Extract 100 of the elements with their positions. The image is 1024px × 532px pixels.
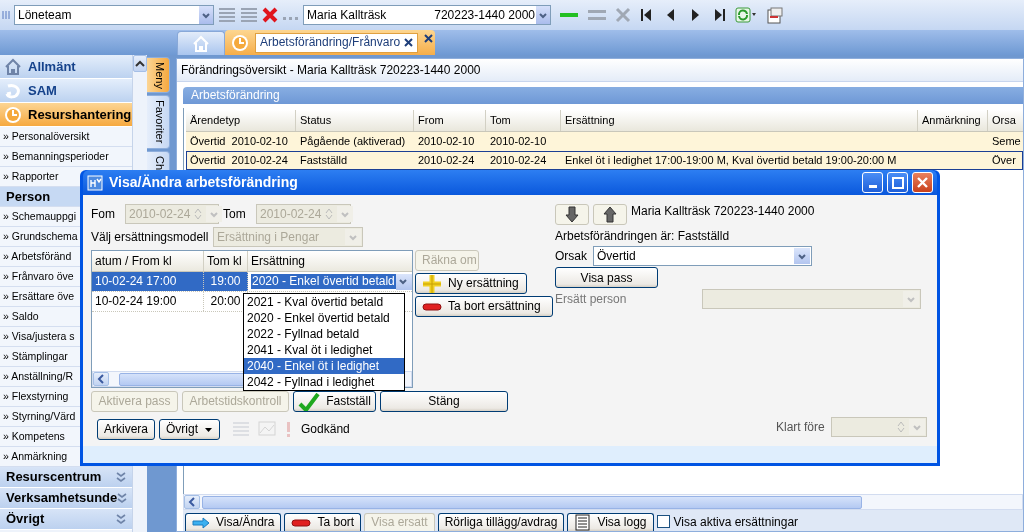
dialog-button[interactable]: Arkivera: [97, 419, 155, 440]
minimize-button[interactable]: [862, 172, 883, 193]
sidebar-group[interactable]: Resurscentrum: [0, 467, 132, 488]
column-header[interactable]: From: [414, 110, 486, 131]
checkbox-label: Visa aktiva ersättningar: [673, 514, 799, 529]
disabled-field: 2010-02-24: [256, 204, 351, 224]
disabled-field: Ersättning i Pengar: [213, 227, 363, 247]
home-icon: [4, 57, 22, 76]
sidebar-module[interactable]: SAM: [0, 79, 132, 103]
dropdown-field[interactable]: 2020 - Enkel övertid betald: [248, 272, 412, 291]
up-arrow-icon: [601, 205, 619, 224]
close-icon[interactable]: [424, 34, 434, 43]
grip-handle[interactable]: [2, 8, 10, 22]
side-tab[interactable]: Favoriter: [147, 95, 170, 149]
maximize-button[interactable]: [887, 172, 908, 193]
table-row[interactable]: Övertid 2010-02-24 Fastställd 2010-02-24 2010-02-24 Enkel öt i ledighet 17:00-19:00 M, Kval övertid betald 19:00-20:00 M Över: [186, 151, 1023, 170]
minimize-icon: [868, 185, 877, 188]
sidebar-module[interactable]: Resurshantering: [0, 103, 132, 127]
column-header[interactable]: atum / From kl: [92, 251, 204, 271]
column-header[interactable]: Ersättning: [248, 251, 412, 271]
column-header[interactable]: Orsa: [988, 110, 1023, 131]
column-header[interactable]: Anmärkning: [918, 110, 988, 131]
checkbox[interactable]: [656, 515, 670, 529]
spinner-icon: [324, 207, 335, 221]
dialog-button[interactable]: Ta bort ersättning: [415, 296, 553, 317]
spinner-icon: [193, 207, 204, 221]
close-button[interactable]: [912, 172, 933, 193]
expand-icon: [116, 472, 126, 482]
dropdown-option[interactable]: 2041 - Kval öt i ledighet: [244, 342, 404, 358]
down-arrow-icon: [563, 205, 581, 224]
column-header[interactable]: Tom: [486, 110, 561, 131]
dialog-button[interactable]: Fastställ: [293, 391, 376, 412]
table-row[interactable]: Övertid 2010-02-10 Pågående (aktiverad) 2010-02-10 2010-02-10 Seme: [186, 132, 1023, 151]
expand-icon: [117, 493, 128, 503]
toolbar-button[interactable]: Visa logg: [567, 513, 654, 531]
scroll-up-button[interactable]: [133, 55, 147, 72]
minus-icon: [422, 300, 442, 313]
caret-icon: [204, 426, 214, 433]
clock-icon: [231, 33, 249, 52]
spinner-icon: [896, 420, 906, 435]
home-icon: [192, 34, 210, 53]
person-name: Maria Kallträsk 720223-1440 2000: [631, 204, 815, 219]
delete-icon[interactable]: [262, 7, 278, 23]
picture-icon: [258, 421, 277, 436]
field-label: Klart före: [776, 420, 826, 435]
page-tab[interactable]: Arbetsförändring/Frånvaro: [255, 32, 419, 53]
swirl-icon: [4, 81, 22, 100]
sidebar-item[interactable]: » Bemanningsperioder: [0, 147, 132, 167]
panel-title: Förändringsöversikt - Maria Kallträsk 720223-1440 2000: [177, 59, 1023, 81]
column-header[interactable]: Ärendetyp: [186, 110, 296, 131]
dropdown-option[interactable]: 2020 - Enkel övertid betald: [244, 310, 404, 326]
column-header[interactable]: Status: [296, 110, 414, 131]
field-label: Tom: [223, 206, 247, 222]
status-text: Arbetsförändringen är: Fastställd: [555, 229, 730, 244]
disabled-field: 2010-02-24: [125, 204, 219, 224]
section-header: Arbetsförändring: [183, 87, 1023, 104]
minus-icon: [291, 516, 312, 529]
move-up-button[interactable]: [593, 204, 627, 225]
sidebar-module[interactable]: Allmänt: [0, 55, 132, 79]
field-label: Ersätt person: [555, 292, 628, 307]
dropdown-option[interactable]: 2021 - Kval övertid betald: [244, 294, 404, 310]
dialog-button[interactable]: Visa pass: [555, 267, 658, 289]
column-header[interactable]: Tom kl: [204, 251, 248, 271]
app-icon: [87, 174, 103, 191]
sidebar-item[interactable]: » Personalöversikt: [0, 127, 132, 147]
scroll-thumb[interactable]: [202, 495, 862, 509]
refresh-icon[interactable]: [735, 7, 757, 23]
expand-icon: [116, 514, 126, 524]
field-label: Fom: [91, 206, 116, 222]
dropdown-option[interactable]: 2022 - Fyllnad betald: [244, 326, 404, 342]
scroll-left-button[interactable]: [184, 495, 200, 509]
sidebar-group[interactable]: Verksamhetsunde: [0, 488, 132, 509]
sidebar-group[interactable]: Övrigt: [0, 509, 132, 530]
print-icon[interactable]: [765, 6, 783, 24]
dropdown-field[interactable]: Övertid: [593, 246, 812, 267]
unit-dropdown[interactable]: Löneteam: [14, 5, 214, 25]
check-icon: [298, 392, 321, 411]
toolbar-button[interactable]: Ta bort: [284, 513, 362, 531]
scroll-left-button[interactable]: [93, 372, 109, 386]
arrow-icon: [192, 515, 210, 530]
clock-icon: [4, 105, 22, 124]
field-label: Orsak: [555, 249, 588, 264]
grid-row[interactable]: 10-02-24 17:00 19:00 2020 - Enkel övertid betald: [92, 272, 412, 292]
scrollbar-track[interactable]: [183, 494, 1023, 510]
status-text: Godkänd: [301, 422, 350, 437]
column-header[interactable]: Ersättning: [561, 110, 918, 131]
toolbar-button[interactable]: Visa/Ändra: [185, 513, 282, 531]
plus-icon: [422, 273, 442, 294]
close-icon: [917, 177, 928, 188]
toolbar-button[interactable]: Rörliga tillägg/avdrag: [437, 513, 565, 531]
dropdown-option[interactable]: 2042 - Fyllnad i ledighet: [244, 374, 404, 390]
dialog-button[interactable]: Stäng: [380, 391, 508, 412]
dialog-button[interactable]: Ny ersättning: [415, 273, 527, 294]
dialog-button[interactable]: Övrigt: [159, 419, 221, 440]
maximize-icon: [891, 176, 904, 189]
close-icon[interactable]: [404, 38, 414, 47]
person-dropdown[interactable]: Maria Kallträsk 720223-1440 2000: [303, 5, 551, 25]
side-tab[interactable]: Meny: [147, 57, 170, 93]
move-down-button[interactable]: [555, 204, 589, 225]
dropdown-option[interactable]: 2040 - Enkel öt i ledighet: [244, 358, 404, 374]
